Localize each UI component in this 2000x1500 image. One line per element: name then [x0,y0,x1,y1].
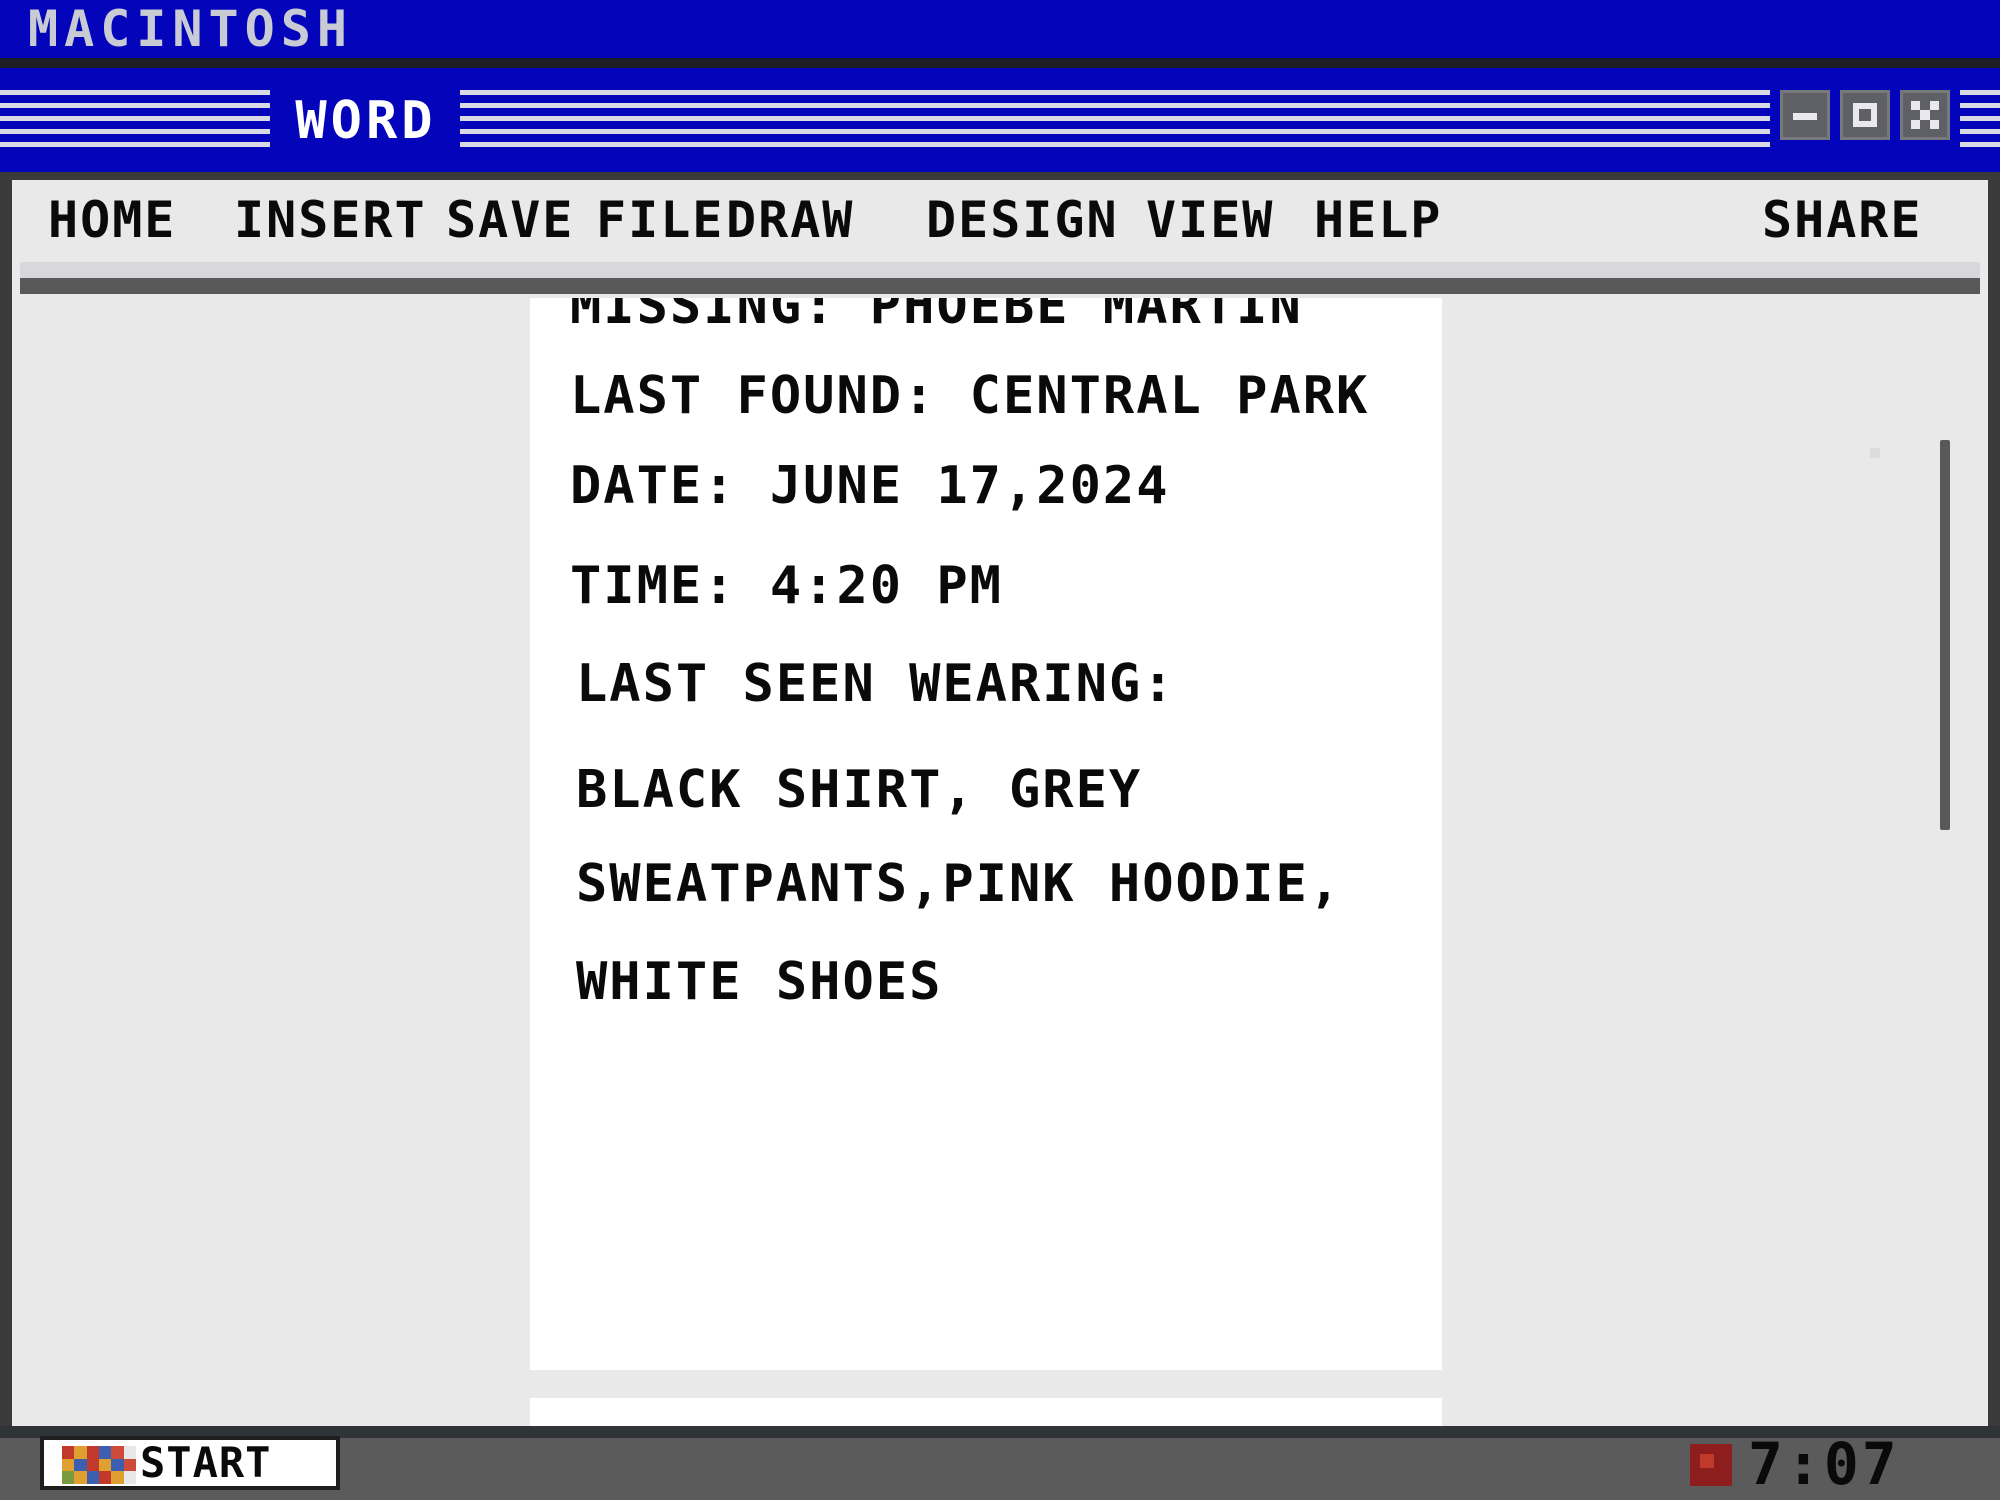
tray-app-icon[interactable] [1690,1444,1732,1486]
os-title: MACINTOSH [28,0,353,58]
menu-file[interactable]: FILE [596,190,724,250]
menu-help[interactable]: HELP [1314,190,1442,250]
doc-line-clothes-1[interactable]: Black shirt, Grey [576,760,1142,820]
close-icon [1911,101,1939,129]
taskbar-clock[interactable]: 7:07 PM [1748,1432,2000,1500]
title-stripes-middle [460,90,1770,154]
menu-view[interactable]: VIEW [1146,190,1274,250]
title-stripes-right [1960,90,2000,154]
menu-insert[interactable]: INSERT [234,190,427,250]
window-title: WORD [295,91,437,151]
menu-save[interactable]: SAVE [446,190,574,250]
start-logo-icon [62,1446,136,1484]
doc-line-last-seen[interactable]: LAST SEEN WEARING: [576,654,1176,714]
minimize-icon [1793,113,1817,120]
close-button[interactable] [1900,90,1950,140]
document-page[interactable]: MISSING: PHOEBE MARTIN LAST FOUND: CENTR… [530,298,1442,1370]
minimize-button[interactable] [1780,90,1830,140]
window-content: HOME INSERT SAVE FILE DRAW DESIGN VIEW H… [12,180,1988,1438]
menu-draw[interactable]: DRAW [726,190,854,250]
doc-line-clothes-2[interactable]: SWEATPANTS,PINK HOODIE, [576,854,1342,914]
desktop-screen: MACINTOSH WORD HOME INSERT SAVE FILE DRA… [0,0,2000,1500]
doc-line-clothes-3[interactable]: WHITE SHOES [576,952,942,1012]
window-title-bar[interactable]: WORD [0,68,2000,172]
doc-line-last-found[interactable]: LAST FOUND: CENTRAL PARK [570,366,1369,426]
maximize-icon [1853,103,1877,127]
doc-line-missing[interactable]: MISSING: PHOEBE MARTIN [570,298,1303,336]
menu-bar-divider [20,278,1980,294]
window-frame: HOME INSERT SAVE FILE DRAW DESIGN VIEW H… [0,172,2000,1438]
doc-line-date[interactable]: DATE: JUNE 17,2024 [570,456,1170,516]
menu-bar-shadow [20,262,1980,278]
start-label: START [140,1438,272,1487]
os-top-bar: MACINTOSH [0,0,2000,58]
maximize-button[interactable] [1840,90,1890,140]
start-button[interactable]: START [40,1436,340,1490]
os-divider [0,58,2000,68]
scroll-marker [1870,448,1880,458]
menu-design[interactable]: DESIGN [926,190,1119,250]
menu-home[interactable]: HOME [48,190,176,250]
title-stripes-left [0,90,270,154]
taskbar: START 7:07 PM [0,1426,2000,1500]
menu-bar: HOME INSERT SAVE FILE DRAW DESIGN VIEW H… [20,180,1980,262]
menu-share[interactable]: SHARE [1762,190,1923,250]
vertical-scrollbar-thumb[interactable] [1940,440,1950,830]
doc-line-time[interactable]: TIME: 4:20 PM [570,556,1003,616]
